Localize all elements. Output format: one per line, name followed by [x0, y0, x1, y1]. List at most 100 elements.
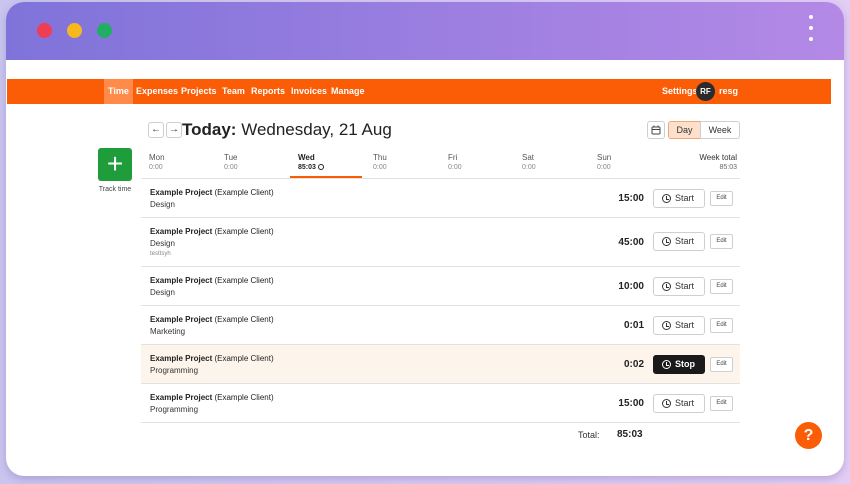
edit-entry-button[interactable]: Edit: [710, 357, 733, 372]
close-window-dot[interactable]: [37, 23, 52, 38]
edit-entry-button[interactable]: Edit: [710, 234, 733, 249]
day-tab-thu[interactable]: Thu 0:00: [373, 153, 387, 171]
clock-icon: [662, 194, 671, 203]
stop-timer-button[interactable]: Stop: [653, 355, 705, 374]
maximize-window-dot[interactable]: [97, 23, 112, 38]
entry-project: Example Project (Example Client): [150, 393, 274, 402]
arrow-left-icon: ←: [151, 124, 161, 135]
question-icon: ?: [803, 427, 814, 444]
start-timer-button[interactable]: Start: [653, 232, 705, 251]
top-nav-bar: Time Expenses Projects Team Reports Invo…: [7, 79, 831, 104]
nav-item-expenses[interactable]: Expenses: [132, 79, 182, 104]
day-tab-sun[interactable]: Sun 0:00: [597, 153, 611, 171]
start-timer-button[interactable]: Start: [653, 189, 705, 208]
start-timer-button[interactable]: Start: [653, 277, 705, 296]
entry-duration: 45:00: [618, 237, 644, 248]
plus-icon: +: [106, 148, 124, 179]
entry-project: Example Project (Example Client): [150, 315, 274, 324]
entry-task: Programming: [150, 405, 199, 414]
day-tab-sat[interactable]: Sat 0:00: [522, 153, 536, 171]
day-tab-tue[interactable]: Tue 0:00: [224, 153, 238, 171]
page-title: Today: Wednesday, 21 Aug: [182, 120, 392, 140]
entry-project: Example Project (Example Client): [150, 276, 274, 285]
nav-item-invoices[interactable]: Invoices: [287, 79, 331, 104]
table-row: Example Project (Example Client) Design …: [141, 179, 740, 218]
entry-task: Marketing: [150, 327, 186, 336]
day-view-toggle[interactable]: Day: [668, 121, 701, 139]
nav-item-settings[interactable]: Settings: [658, 79, 702, 104]
day-tab-wed[interactable]: Wed 85:03: [298, 153, 324, 171]
time-entry-list: Example Project (Example Client) Design …: [141, 178, 740, 423]
entry-project: Example Project (Example Client): [150, 354, 274, 363]
day-name: Wed: [298, 153, 315, 162]
day-total: 0:00: [373, 164, 387, 171]
entry-note: testtsyh: [150, 251, 171, 257]
nav-item-projects[interactable]: Projects: [177, 79, 221, 104]
entry-task: Design: [150, 200, 175, 209]
entry-project: Example Project (Example Client): [150, 227, 274, 236]
clock-icon: [662, 360, 671, 369]
nav-item-time[interactable]: Time: [104, 79, 133, 104]
date-value: Wednesday, 21 Aug: [241, 120, 392, 139]
arrow-right-icon: →: [169, 124, 179, 135]
edit-entry-button[interactable]: Edit: [710, 279, 733, 294]
nav-item-manage[interactable]: Manage: [327, 79, 369, 104]
track-time-label: Track time: [98, 186, 132, 193]
entry-duration: 10:00: [618, 281, 644, 292]
day-total: 0:00: [149, 164, 163, 171]
avatar[interactable]: RF: [696, 82, 715, 101]
clock-icon: [662, 237, 671, 246]
user-name[interactable]: resg: [719, 79, 738, 104]
day-name: Mon: [149, 153, 165, 162]
start-timer-button[interactable]: Start: [653, 394, 705, 413]
day-tab-mon[interactable]: Mon 0:00: [149, 153, 165, 171]
day-total: 0:00: [597, 164, 611, 171]
table-row: Example Project (Example Client) Design …: [141, 267, 740, 306]
day-name: Thu: [373, 153, 387, 162]
entry-task: Design: [150, 239, 175, 248]
track-time-button[interactable]: +: [98, 148, 132, 181]
day-total: 0:00: [448, 164, 462, 171]
help-button[interactable]: ?: [795, 422, 822, 449]
total-label: Total:: [578, 430, 600, 440]
table-row: Example Project (Example Client) Marketi…: [141, 306, 740, 345]
day-total: 0:00: [224, 164, 238, 171]
kebab-menu-icon[interactable]: [808, 15, 814, 47]
week-view-toggle[interactable]: Week: [700, 121, 740, 139]
nav-item-reports[interactable]: Reports: [247, 79, 289, 104]
day-name: Sun: [597, 153, 612, 162]
week-total: Week total 85:03: [660, 153, 737, 171]
entry-task: Programming: [150, 366, 199, 375]
edit-entry-button[interactable]: Edit: [710, 396, 733, 411]
week-total-label: Week total: [699, 153, 737, 162]
day-total: 0:00: [522, 164, 536, 171]
table-row-running: Example Project (Example Client) Program…: [141, 345, 740, 384]
date-prefix: Today:: [182, 120, 237, 139]
table-row: Example Project (Example Client) Program…: [141, 384, 740, 423]
entry-duration: 0:01: [623, 320, 644, 331]
calendar-icon: [651, 125, 661, 135]
day-tab-fri[interactable]: Fri 0:00: [448, 153, 462, 171]
clock-icon: [317, 164, 324, 170]
edit-entry-button[interactable]: Edit: [710, 318, 733, 333]
day-name: Fri: [448, 153, 458, 162]
start-timer-button[interactable]: Start: [653, 316, 705, 335]
clock-icon: [662, 399, 671, 408]
minimize-window-dot[interactable]: [67, 23, 82, 38]
entry-duration: 15:00: [618, 398, 644, 409]
entry-project: Example Project (Example Client): [150, 188, 274, 197]
entry-duration: 15:00: [618, 193, 644, 204]
clock-icon: [662, 321, 671, 330]
next-day-button[interactable]: →: [166, 122, 182, 138]
table-row: Example Project (Example Client) Design …: [141, 218, 740, 267]
calendar-button[interactable]: [647, 121, 665, 139]
edit-entry-button[interactable]: Edit: [710, 191, 733, 206]
total-value: 85:03: [617, 429, 643, 440]
prev-day-button[interactable]: ←: [148, 122, 164, 138]
day-name: Tue: [224, 153, 238, 162]
day-total: 85:03: [298, 164, 324, 171]
nav-item-team[interactable]: Team: [218, 79, 249, 104]
week-total-value: 85:03: [719, 164, 737, 171]
clock-icon: [662, 282, 671, 291]
entry-task: Design: [150, 288, 175, 297]
